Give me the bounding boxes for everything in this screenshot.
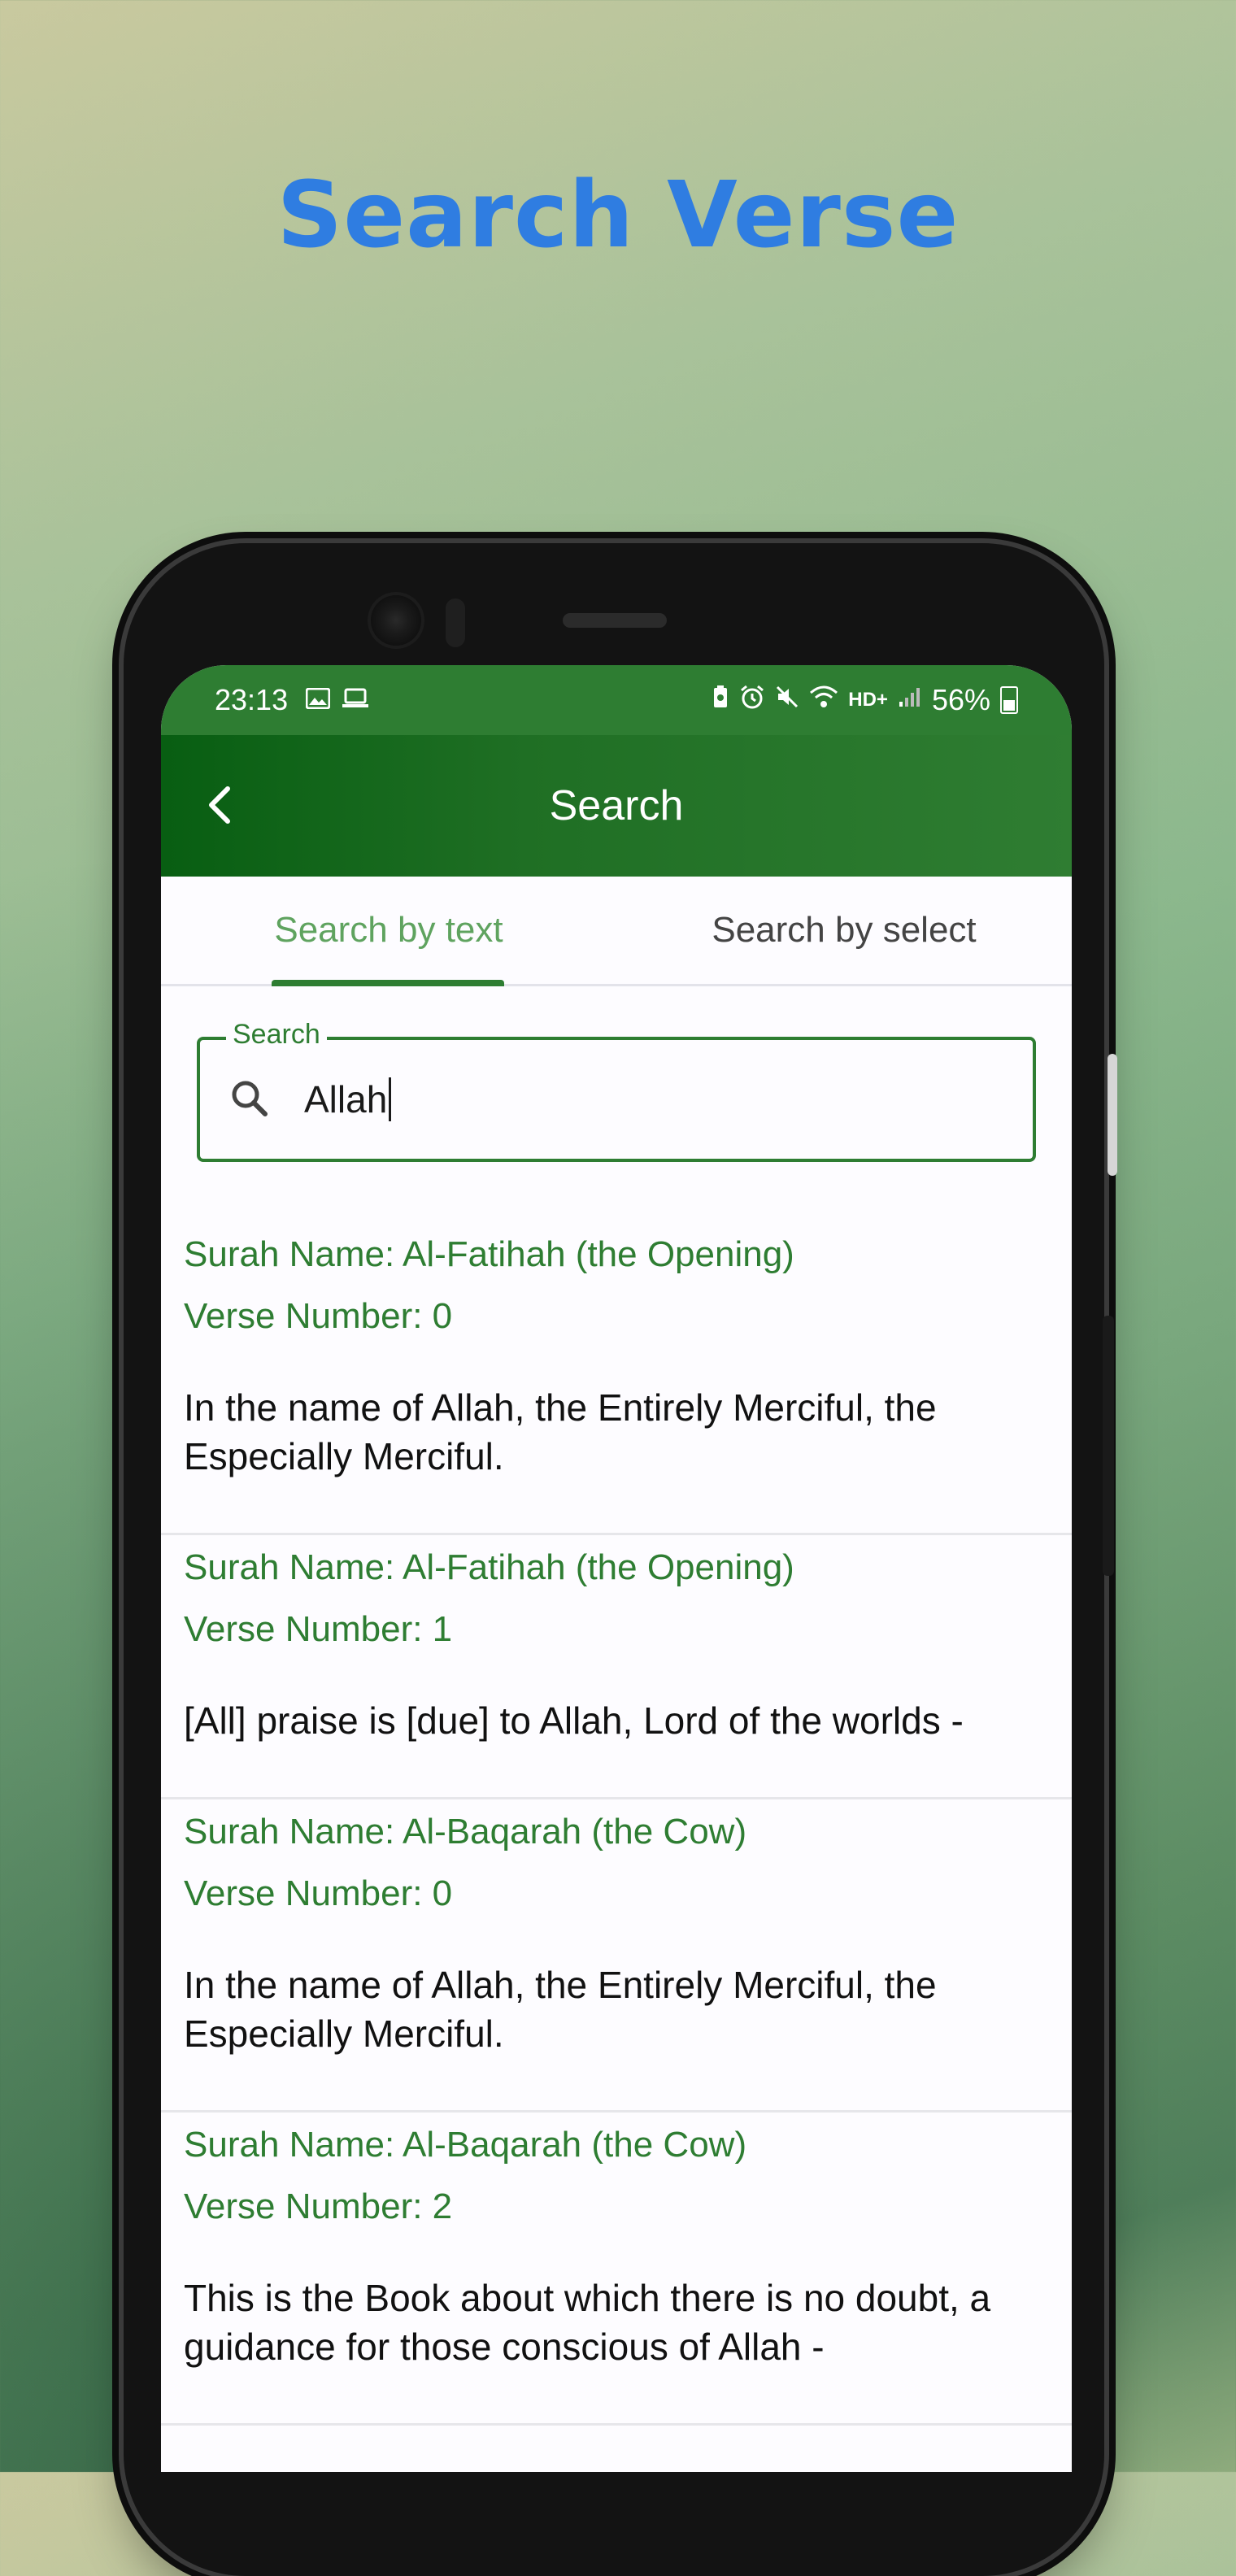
result-surah-name: Surah Name: Al-Baqarah (the Cow) bbox=[184, 2125, 747, 2165]
active-tab-indicator bbox=[272, 980, 504, 986]
app-bar: Search bbox=[161, 735, 1072, 877]
list-item[interactable]: Surah Name: Al-Baqarah (the Cow) Verse N… bbox=[161, 1799, 1072, 2113]
battery-percent: 56% bbox=[931, 683, 990, 716]
battery-icon bbox=[1000, 686, 1018, 714]
result-surah-name: Surah Name: Al-Fatihah (the Opening) bbox=[184, 1234, 794, 1274]
search-input[interactable]: Allah bbox=[197, 1037, 1036, 1162]
proximity-sensor bbox=[446, 598, 465, 647]
result-verse-number: Verse Number: 1 bbox=[184, 1609, 453, 1649]
image-icon bbox=[305, 685, 331, 716]
result-verse-text: In the name of Allah, the Entirely Merci… bbox=[184, 1964, 937, 2055]
result-verse-number: Verse Number: 0 bbox=[184, 1296, 453, 1336]
earpiece-speaker bbox=[563, 613, 667, 628]
signal-icon bbox=[898, 685, 922, 715]
list-item[interactable]: Surah Name: Al-Baqarah (the Cow) Verse N… bbox=[161, 2113, 1072, 2426]
list-item[interactable]: Surah Name: Al-Fatihah (the Opening) Ver… bbox=[161, 1535, 1072, 1799]
phone-screen: 23:13 HD+ 56% Search Search by text Sear… bbox=[161, 665, 1072, 2472]
tab-search-by-select[interactable]: Search by select bbox=[616, 877, 1072, 984]
result-surah-name: Surah Name: Al-Fatihah (the Opening) bbox=[184, 1547, 794, 1587]
search-field[interactable]: Allah Search bbox=[197, 1019, 1036, 1162]
search-input-value: Allah bbox=[304, 1077, 392, 1121]
result-verse-number: Verse Number: 0 bbox=[184, 1873, 453, 1913]
front-camera bbox=[371, 595, 421, 646]
result-verse-number: Verse Number: 2 bbox=[184, 2187, 453, 2226]
status-bar: 23:13 HD+ 56% bbox=[161, 665, 1072, 735]
mute-icon bbox=[775, 685, 799, 716]
result-surah-name: Surah Name: Al-Baqarah (the Cow) bbox=[184, 1812, 747, 1852]
results-list: Surah Name: Al-Fatihah (the Opening) Ver… bbox=[161, 1222, 1072, 2426]
volume-button bbox=[1103, 1316, 1114, 1576]
promo-headline: Search Verse bbox=[276, 163, 960, 268]
alarm-icon bbox=[739, 684, 765, 716]
network-type: HD+ bbox=[848, 689, 888, 711]
list-item[interactable]: Surah Name: Al-Fatihah (the Opening) Ver… bbox=[161, 1222, 1072, 1535]
wifi-icon bbox=[809, 685, 838, 716]
tab-search-by-text[interactable]: Search by text bbox=[161, 877, 616, 984]
page-title: Search bbox=[549, 782, 684, 829]
result-verse-text: In the name of Allah, the Entirely Merci… bbox=[184, 1386, 937, 1477]
result-verse-text: This is the Book about which there is no… bbox=[184, 2277, 991, 2368]
search-icon bbox=[228, 1077, 273, 1122]
back-arrow-icon[interactable] bbox=[197, 781, 246, 829]
laptop-icon bbox=[342, 685, 369, 716]
battery-saver-icon bbox=[712, 685, 729, 716]
power-button bbox=[1108, 1054, 1117, 1176]
status-time: 23:13 bbox=[215, 683, 289, 716]
result-verse-text: [All] praise is [due] to Allah, Lord of … bbox=[184, 1699, 964, 1742]
search-field-label: Search bbox=[226, 1019, 327, 1051]
search-tabs: Search by text Search by select bbox=[161, 877, 1072, 986]
